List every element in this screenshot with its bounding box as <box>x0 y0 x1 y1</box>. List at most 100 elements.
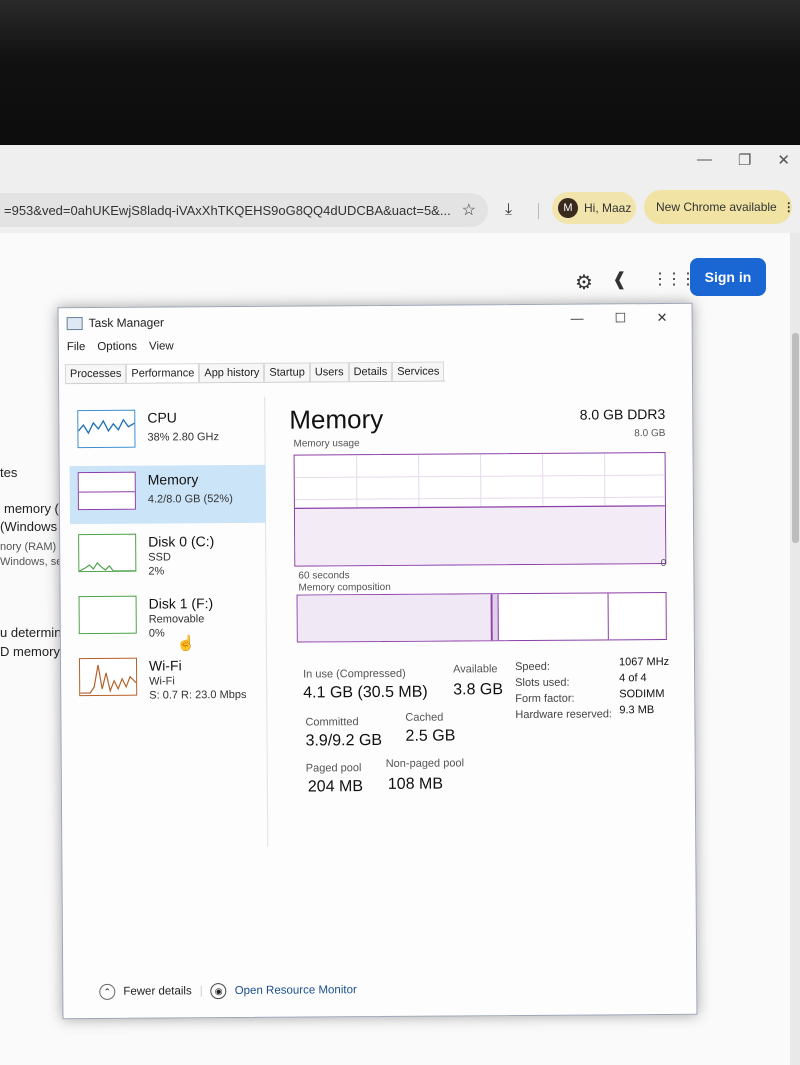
paged-pool-value: 204 MB <box>307 778 364 796</box>
sidebar-sub: 0% <box>148 627 165 640</box>
tab-performance[interactable]: Performance <box>126 363 200 383</box>
address-bar[interactable]: =953&ved=0ahUKEwjS8ladq-iVAxXhTKQEHS9oG8… <box>0 193 488 227</box>
memory-mini-graph <box>77 471 136 511</box>
hardware-reserved-label: Hardware reserved: <box>515 708 613 722</box>
nonpaged-pool-label: Non-paged pool <box>385 757 465 770</box>
memory-usage-graph <box>293 451 667 567</box>
time-label: 60 seconds <box>298 570 350 582</box>
available-value: 3.8 GB <box>453 681 504 699</box>
composition-standby <box>498 593 609 641</box>
sidebar-label: Disk 1 (F:) <box>148 595 214 612</box>
menu-bar: File Options View <box>67 340 174 353</box>
open-resource-monitor-link[interactable]: Open Resource Monitor <box>235 984 357 997</box>
tab-strip: Processes Performance App history Startu… <box>64 361 446 385</box>
page-text-fragment: (Windows 1 <box>0 519 68 534</box>
speed-value: 1067 MHz <box>618 655 670 669</box>
composition-in-use <box>297 594 493 642</box>
sidebar-item-disk1[interactable]: Disk 1 (F:) Removable 0% <box>70 589 266 648</box>
sidebar-item-cpu[interactable]: CPU 38% 2.80 GHz <box>69 403 265 462</box>
tab-details[interactable]: Details <box>348 361 393 382</box>
apps-grid-icon[interactable]: ⋮⋮⋮ <box>652 269 696 289</box>
sidebar-sub: SSD <box>148 551 171 564</box>
chrome-update-button[interactable]: New Chrome available ⋮ <box>644 190 795 224</box>
fewer-details-link[interactable]: Fewer details <box>123 985 191 997</box>
tab-services[interactable]: Services <box>392 361 445 381</box>
page-scrollbar[interactable] <box>790 233 800 1065</box>
tab-users[interactable]: Users <box>309 362 349 382</box>
sidebar-sub: 38% 2.80 GHz <box>147 431 220 444</box>
slots-value: 4 of 4 <box>619 672 647 685</box>
panel-title: Memory <box>289 403 384 435</box>
cpu-mini-graph <box>77 409 136 449</box>
in-use-value: 4.1 GB (30.5 MB) <box>303 683 428 702</box>
sidebar-label: Memory <box>147 471 199 488</box>
usage-max-label: 8.0 GB <box>634 427 666 440</box>
more-menu-icon[interactable]: ⋮ <box>783 200 795 214</box>
menu-view[interactable]: View <box>149 340 174 352</box>
usage-graph-svg <box>294 453 666 566</box>
sidebar-sub: 2% <box>148 565 165 578</box>
tab-processes[interactable]: Processes <box>64 363 127 384</box>
close-icon[interactable]: ✕ <box>777 151 790 169</box>
sidebar-item-memory[interactable]: Memory 4.2/8.0 GB (52%) <box>69 464 267 525</box>
tab-startup[interactable]: Startup <box>264 362 310 382</box>
sign-in-button[interactable]: Sign in <box>690 258 766 296</box>
usage-label: Memory usage <box>293 438 360 450</box>
sidebar-sub: 4.2/8.0 GB (52%) <box>147 493 233 506</box>
sidebar-item-disk0[interactable]: Disk 0 (C:) SSD 2% <box>70 527 266 586</box>
sidebar-label: CPU <box>147 409 177 426</box>
restore-icon[interactable]: ❐ <box>738 151 751 169</box>
avatar: M <box>558 198 578 218</box>
screen: — ❐ ✕ =953&ved=0ahUKEwjS8ladq-iVAxXhTKQE… <box>0 145 800 1065</box>
resource-sidebar: CPU 38% 2.80 GHz Memory 4.2/8.0 GB (52%)… <box>69 396 269 849</box>
window-title: Task Manager <box>88 315 165 331</box>
scroll-thumb[interactable] <box>792 333 799 543</box>
form-factor-value: SODIMM <box>619 687 665 701</box>
memory-composition-bar <box>296 591 667 643</box>
memory-panel: Memory 8.0 GB DDR3 Memory usage 8.0 GB 6… <box>285 394 688 847</box>
cached-label: Cached <box>405 711 444 724</box>
footer: ⌃ Fewer details | ◉ Open Resource Monito… <box>99 982 357 1000</box>
composition-label: Memory composition <box>298 581 391 594</box>
hand-cursor-icon: ☝ <box>176 635 196 653</box>
tm-minimize-icon[interactable]: — <box>571 311 584 326</box>
tab-app-history[interactable]: App history <box>199 362 265 383</box>
disk1-mini-graph <box>78 595 137 635</box>
tm-maximize-icon[interactable]: ☐ <box>615 310 627 326</box>
cached-value: 2.5 GB <box>405 727 456 745</box>
minimize-icon[interactable]: — <box>697 151 712 169</box>
paged-pool-label: Paged pool <box>305 762 362 775</box>
menu-options[interactable]: Options <box>97 341 137 353</box>
hardware-reserved-value: 9.3 MB <box>619 704 655 717</box>
in-use-label: In use (Compressed) <box>303 667 406 681</box>
nonpaged-pool-value: 108 MB <box>387 775 444 793</box>
speed-label: Speed: <box>515 660 550 674</box>
tm-close-icon[interactable]: ✕ <box>657 310 668 326</box>
memory-spec: 8.0 GB DDR3 <box>579 405 666 423</box>
chevron-up-icon[interactable]: ⌃ <box>99 983 116 1000</box>
sidebar-item-wifi[interactable]: Wi-Fi Wi-Fi S: 0.7 R: 23.0 Mbps <box>71 651 267 710</box>
sidebar-label: Disk 0 (C:) <box>148 533 215 550</box>
task-manager-window: Task Manager — ☐ ✕ File Options View Pro… <box>57 302 698 1020</box>
url-text: =953&ved=0ahUKEwjS8ladq-iVAxXhTKQEHS9oG8… <box>4 202 451 218</box>
available-label: Available <box>453 663 498 676</box>
update-label: New Chrome available <box>656 200 777 214</box>
task-manager-icon <box>66 316 83 330</box>
footer-divider: | <box>199 985 203 998</box>
title-bar: Task Manager <box>66 315 165 331</box>
slots-label: Slots used: <box>515 676 570 690</box>
download-icon[interactable]: ⤓ <box>505 201 512 219</box>
profile-chip[interactable]: M Hi, Maaz <box>552 192 636 224</box>
committed-value: 3.9/9.2 GB <box>305 731 383 750</box>
page-text-fragment: D memory? <box>0 644 68 659</box>
menu-file[interactable]: File <box>67 341 86 353</box>
resource-monitor-icon: ◉ <box>210 983 227 1000</box>
share-icon[interactable]: ❰ <box>612 269 627 290</box>
toolbar-divider <box>538 203 539 219</box>
bookmark-star-icon[interactable]: ☆ <box>462 200 476 220</box>
window-controls: — ❐ ✕ <box>697 151 790 169</box>
sidebar-label: Wi-Fi <box>148 657 182 674</box>
sidebar-sub: Wi-Fi <box>149 675 175 688</box>
profile-label: Hi, Maaz <box>584 201 632 215</box>
settings-gear-icon[interactable]: ⚙ <box>575 270 593 295</box>
